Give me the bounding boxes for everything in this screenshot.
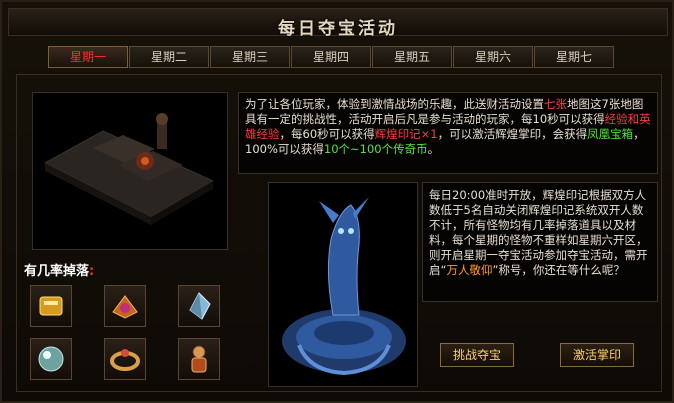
tab-wednesday[interactable]: 星期三: [210, 46, 290, 68]
challenge-button[interactable]: 挑战夺宝: [440, 343, 514, 367]
title-bar: 每日夺宝活动: [8, 8, 668, 39]
window-title: 每日夺宝活动: [278, 19, 398, 39]
boss-portrait: [268, 182, 418, 387]
crystal-icon[interactable]: [178, 285, 220, 327]
map-preview: [32, 92, 228, 250]
activity-info: 每日20:00准时开放，辉煌印记根据双方人数低于5名自动关闭辉煌印记系统双开人数…: [422, 182, 658, 302]
tab-saturday[interactable]: 星期六: [453, 46, 533, 68]
weekday-tabs: 星期一 星期二 星期三 星期四 星期五 星期六 星期七: [8, 42, 668, 72]
tab-friday[interactable]: 星期五: [372, 46, 452, 68]
gold-ingot-icon[interactable]: [30, 285, 72, 327]
tab-tuesday[interactable]: 星期二: [129, 46, 209, 68]
activate-button[interactable]: 激活掌印: [560, 343, 634, 367]
tab-monday[interactable]: 星期一: [48, 46, 128, 68]
bracelet-icon[interactable]: [104, 338, 146, 380]
tab-sunday[interactable]: 星期七: [534, 46, 614, 68]
activity-description: 为了让各位玩家，体验到激情战场的乐趣，此送财活动设置七张地图这7张地图具有一定的…: [238, 92, 658, 174]
drop-label: 有几率掉落:: [24, 264, 95, 279]
activity-window: 每日夺宝活动 星期一 星期二 星期三 星期四 星期五 星期六 星期七 有几率掉落…: [0, 0, 674, 403]
tab-thursday[interactable]: 星期四: [291, 46, 371, 68]
doll-icon[interactable]: [178, 338, 220, 380]
winged-gem-icon[interactable]: [104, 285, 146, 327]
orb-icon[interactable]: [30, 338, 72, 380]
